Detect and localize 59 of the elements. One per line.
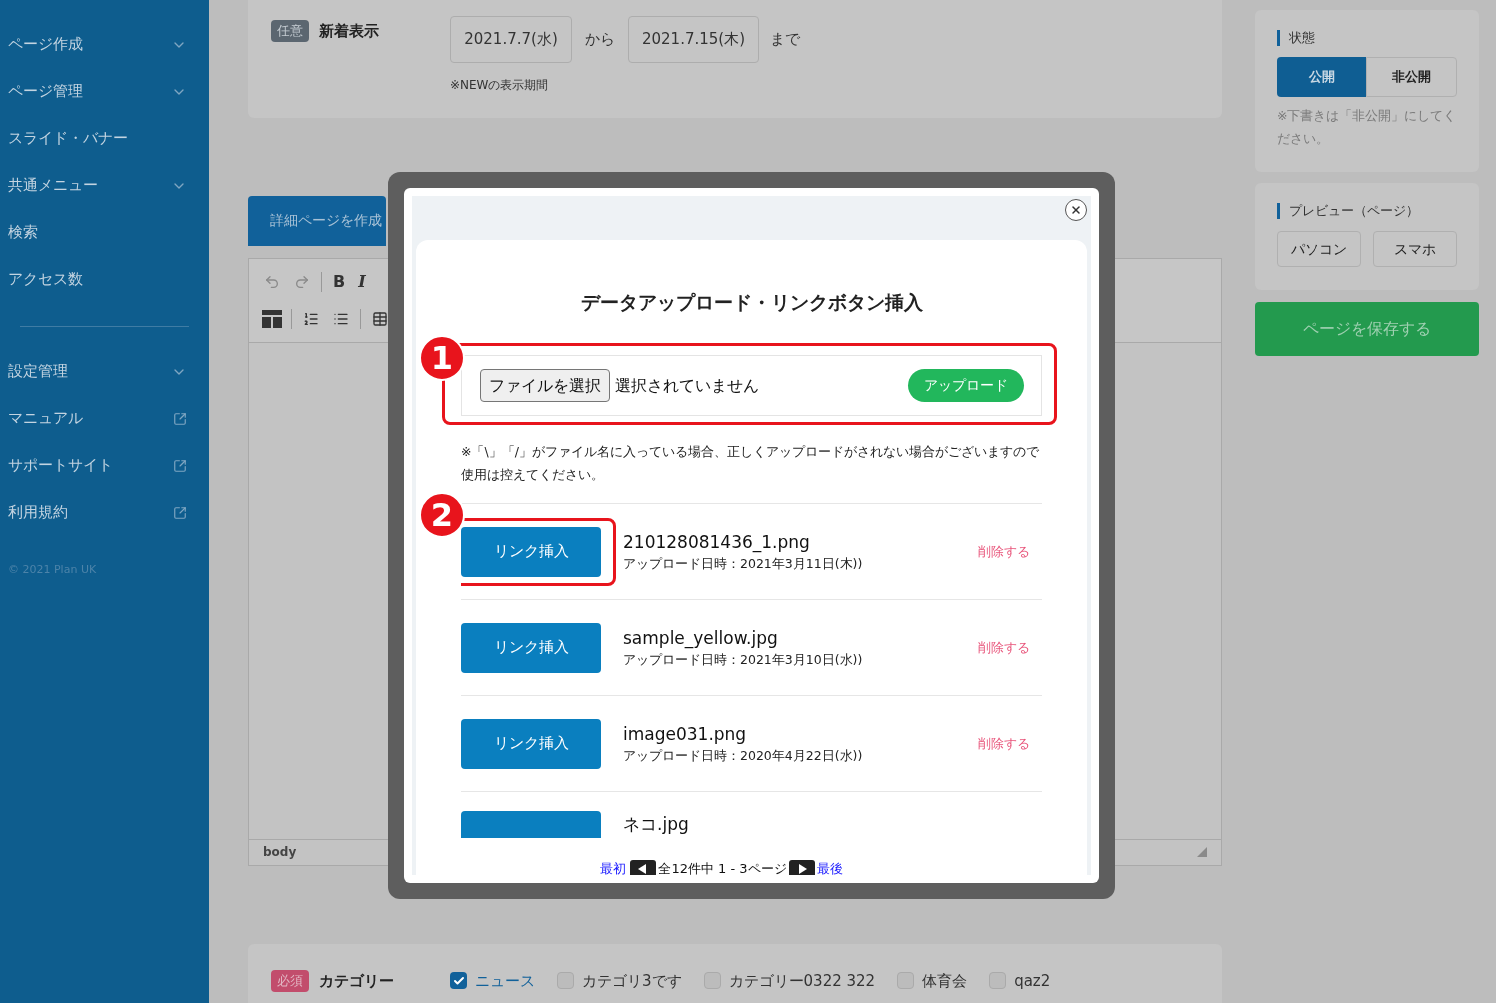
preview-button[interactable]: パソコン: [1277, 231, 1361, 267]
sidebar-item[interactable]: マニュアル: [0, 395, 209, 442]
sidebar-item[interactable]: 利用規約: [0, 489, 209, 536]
checkbox-label: カテゴリ3です: [582, 970, 682, 992]
field-label: 新着表示: [319, 21, 379, 42]
checkbox-label: ニュース: [475, 970, 535, 992]
element-path: body: [263, 844, 297, 862]
date-field[interactable]: 2021.7.7(水): [450, 16, 572, 63]
upload-date: アップロード日時：2021年3月10日(水)): [623, 650, 863, 669]
sidebar-item[interactable]: サポートサイト: [0, 442, 209, 489]
link-insert-button[interactable]: リンク挿入: [461, 526, 601, 577]
status-toggle[interactable]: 非公開: [1366, 57, 1457, 97]
range-label: まで: [770, 29, 800, 51]
upload-date: アップロード日時：2021年3月11日(木)): [623, 554, 863, 573]
link-insert-button[interactable]: リンク挿入: [461, 718, 601, 769]
preview-button[interactable]: スマホ: [1373, 231, 1457, 267]
last-page-link[interactable]: 最後: [816, 860, 843, 875]
file-name: sample_yellow.jpg: [623, 626, 779, 650]
sidebar-item[interactable]: アクセス数: [0, 256, 209, 303]
checkbox-label: qaz2: [1014, 970, 1051, 992]
modal-title: データアップロード・リンクボタン挿入: [579, 290, 924, 315]
file-status: 選択されていません: [615, 374, 759, 397]
delete-link[interactable]: 削除する: [978, 637, 1030, 658]
file-name: ネコ.jpg: [623, 813, 689, 836]
range-label: から: [585, 29, 615, 51]
copyright: © 2021 Plan UK: [7, 562, 98, 578]
file-name: image031.png: [623, 722, 748, 746]
sidebar-item[interactable]: 検索: [0, 209, 209, 256]
checkbox-label: カテゴリー0322 322: [728, 970, 876, 992]
section-heading: プレビュー（ページ）: [1277, 203, 1457, 219]
sidebar-item[interactable]: ページ管理: [0, 68, 209, 115]
choose-file-button[interactable]: ファイルを選択: [480, 369, 610, 402]
callout-number: 1: [419, 335, 465, 381]
callout-number: 2: [419, 492, 465, 538]
section-heading: 状態: [1277, 30, 1457, 46]
italic-button[interactable]: I: [352, 269, 372, 294]
delete-link[interactable]: 削除する: [978, 733, 1030, 754]
sidebar-item[interactable]: 共通メニュー: [0, 162, 209, 209]
field-note: ※NEWの表示期間: [450, 77, 550, 94]
upload-note: ※「\」「/」がファイル名に入っている場合、正しくアップロードがされない場合がございますので使用は控えてください。: [461, 443, 1040, 484]
upload-date: アップロード日時：2020年4月22日(水)): [623, 746, 863, 765]
link-insert-button[interactable]: リンク挿入: [461, 622, 601, 673]
sidebar-item[interactable]: 設定管理: [0, 348, 209, 395]
sidebar-item[interactable]: スライド・バナー: [0, 115, 209, 162]
create-detail-page-button[interactable]: 詳細ページを作成: [248, 195, 386, 246]
date-field[interactable]: 2021.7.15(木): [628, 16, 759, 63]
file-name: 210128081436_1.png: [623, 530, 811, 554]
status-note: ※下書きは「非公開」にしてください。: [1277, 107, 1457, 148]
upload-button[interactable]: アップロード: [908, 369, 1024, 402]
field-label: カテゴリー: [319, 970, 394, 992]
first-page-link[interactable]: 最初: [600, 860, 627, 875]
status-toggle[interactable]: 公開: [1277, 57, 1366, 97]
page-summary: 全12件中 1 - 3ページ: [658, 860, 787, 875]
delete-link[interactable]: 削除する: [978, 541, 1030, 562]
optional-badge: 任意: [271, 20, 309, 42]
required-badge: 必須: [271, 970, 309, 992]
checkbox-label: 体育会: [922, 970, 968, 992]
sidebar-item[interactable]: ページ作成: [0, 21, 209, 68]
bold-button[interactable]: B: [326, 269, 352, 294]
